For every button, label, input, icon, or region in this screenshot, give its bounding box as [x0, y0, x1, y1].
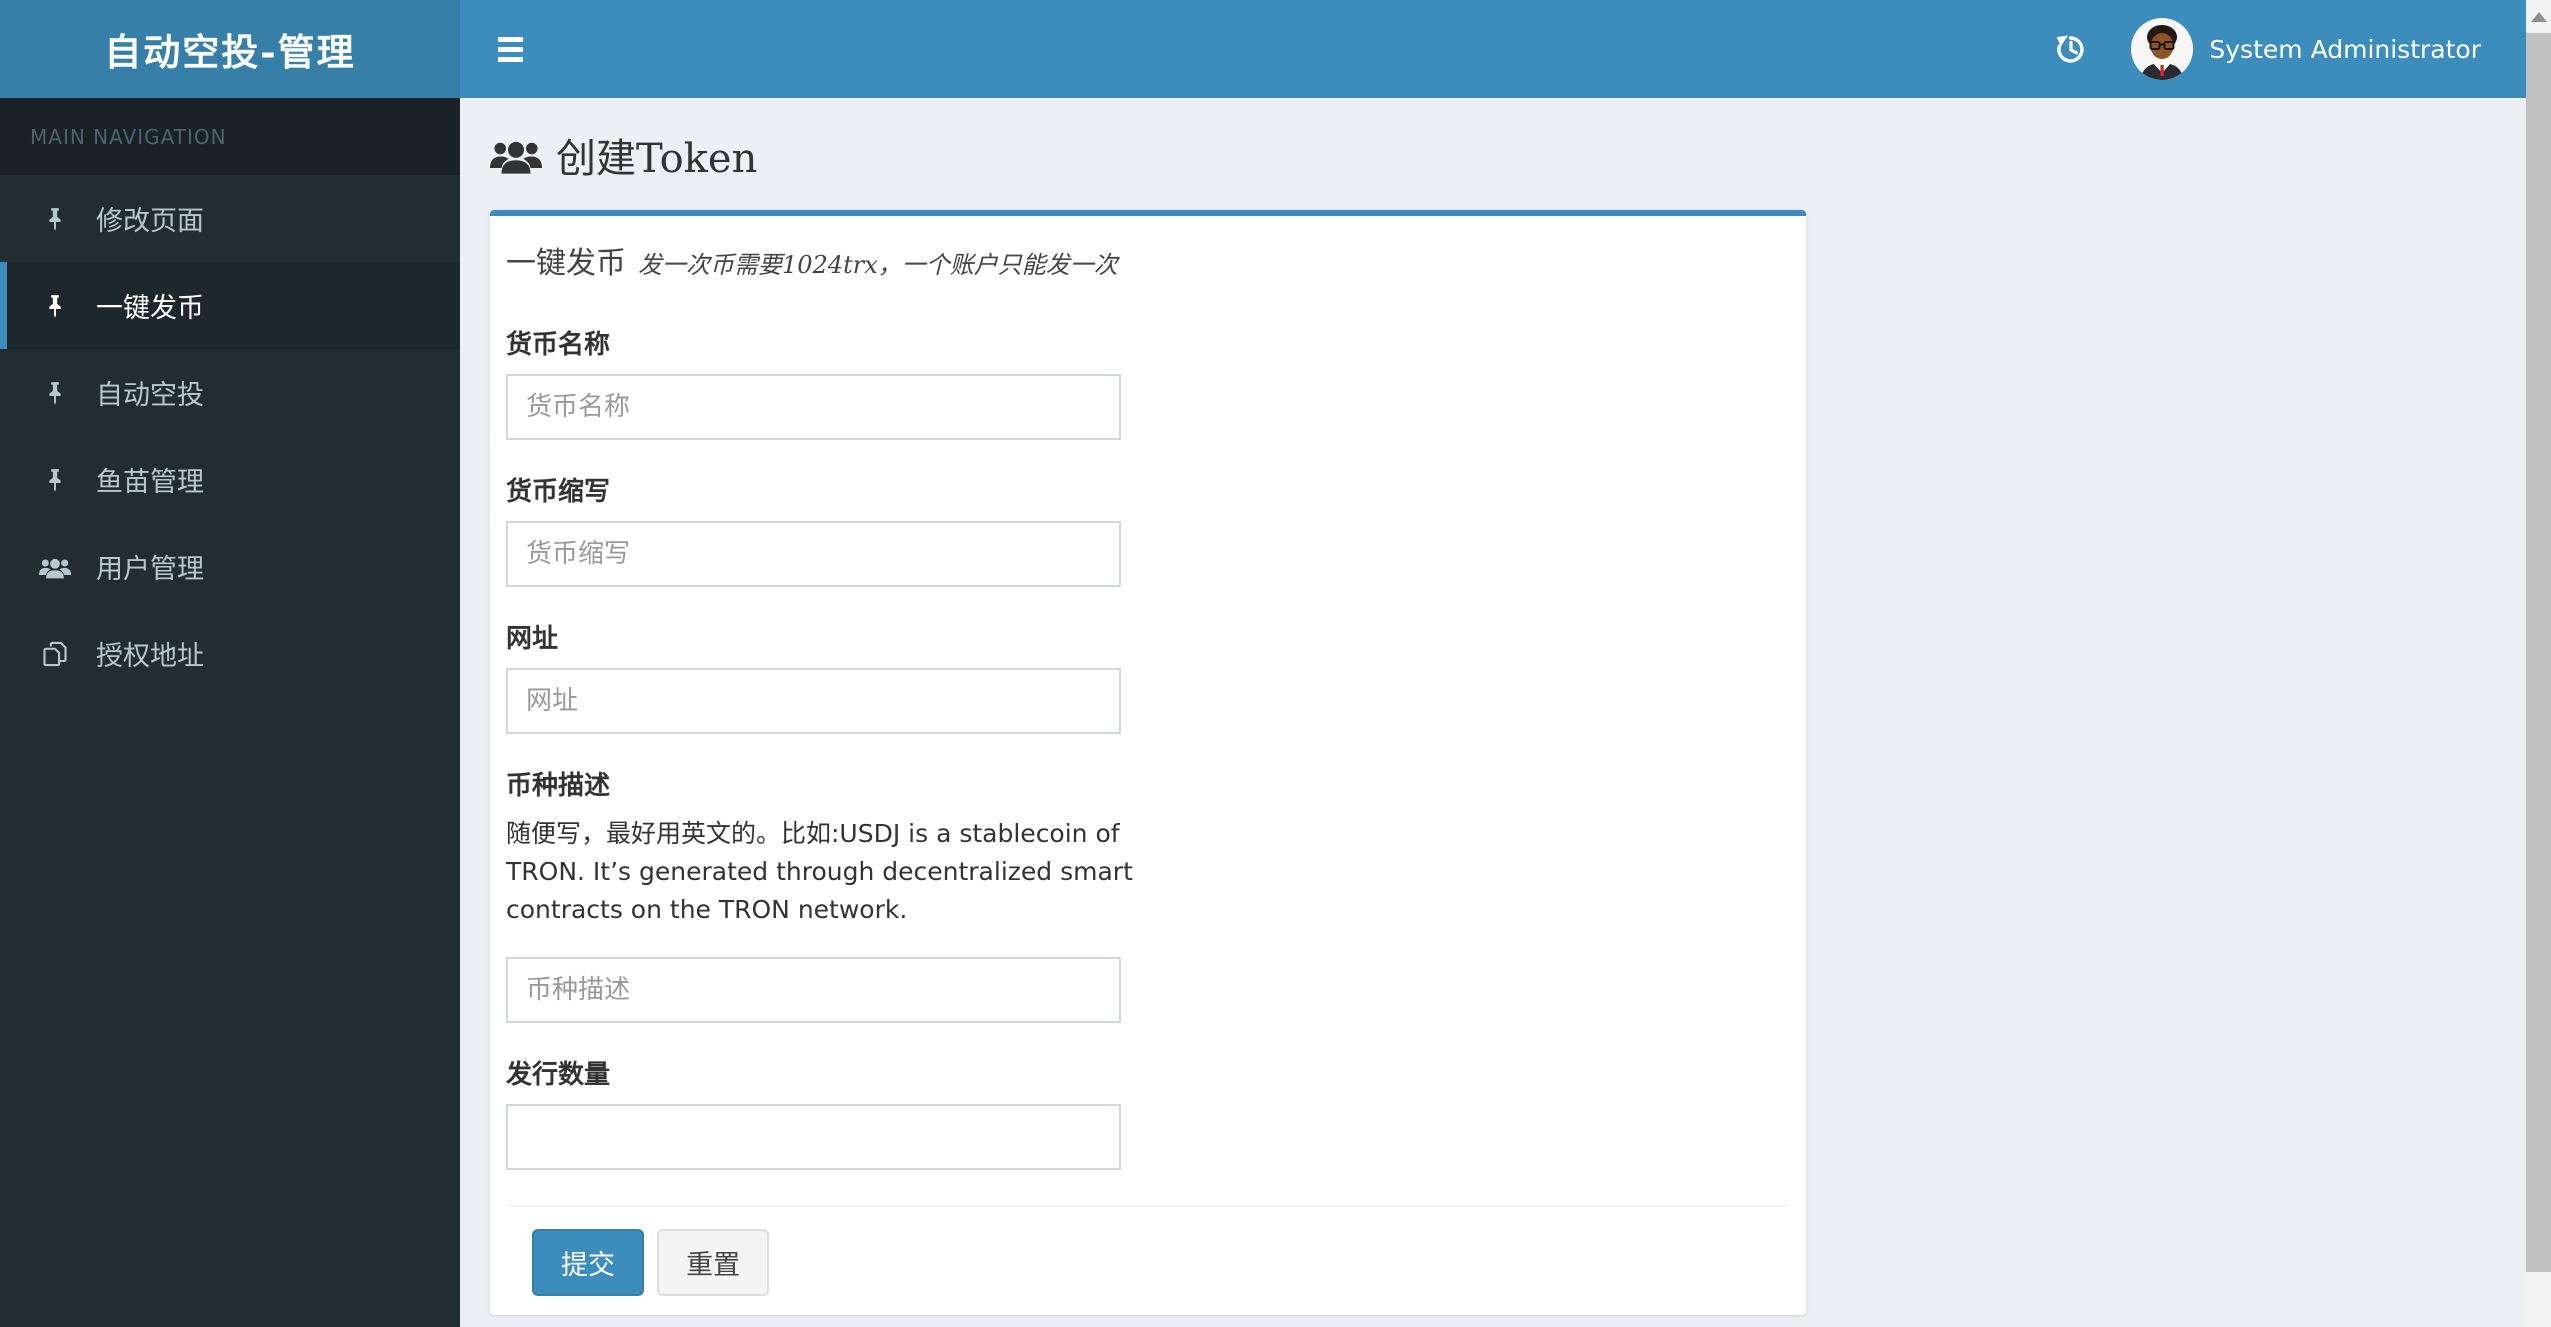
- currency-abbreviation-input[interactable]: [506, 521, 1121, 587]
- currency-name-input[interactable]: [506, 374, 1121, 440]
- top-navbar: 自动空投-管理 System Administrator: [0, 0, 2551, 98]
- sidebar-item-label: 自动空投: [96, 380, 204, 411]
- sidebar: MAIN NAVIGATION 修改页面 一键发币 自动空投 鱼苗管理 用户管理…: [0, 98, 460, 1327]
- sidebar-toggle-button[interactable]: [488, 22, 533, 77]
- app-logo-text: 自动空投-管理: [104, 30, 356, 74]
- history-icon[interactable]: [2041, 32, 2101, 66]
- token-description-label: 币种描述: [506, 771, 611, 801]
- sidebar-item-label: 一键发币: [96, 293, 204, 324]
- form-card-title: 一键发币: [506, 246, 626, 281]
- sidebar-item-edit-page[interactable]: 修改页面: [0, 175, 460, 262]
- user-menu[interactable]: System Administrator: [2131, 18, 2481, 80]
- pushpin-icon: [38, 379, 72, 407]
- scrollbar-thumb[interactable]: [2526, 33, 2551, 1272]
- issue-amount-input[interactable]: [506, 1104, 1121, 1170]
- form-card-footer: 提交 重置: [508, 1205, 1788, 1296]
- form-card-note: 发一次币需要1024trx，一个账户只能发一次: [638, 251, 1118, 279]
- hamburger-icon: [498, 36, 523, 42]
- form-card-header: 一键发币 发一次币需要1024trx，一个账户只能发一次: [490, 216, 1806, 308]
- sidebar-item-label: 用户管理: [96, 554, 204, 585]
- sidebar-item-fish-management[interactable]: 鱼苗管理: [0, 436, 460, 523]
- users-icon: [38, 555, 72, 579]
- currency-abbreviation-label: 货币缩写: [506, 477, 611, 507]
- avatar: [2131, 18, 2194, 80]
- pushpin-icon: [38, 292, 72, 320]
- currency-name-label: 货币名称: [506, 330, 611, 360]
- sidebar-section-header: MAIN NAVIGATION: [0, 98, 460, 175]
- sidebar-item-label: 授权地址: [96, 641, 204, 672]
- field-group-currency-name: 货币名称: [506, 328, 1790, 440]
- token-description-help: 随便写，最好用英文的。比如:USDJ is a stablecoin of TR…: [506, 819, 1133, 924]
- page-header: 创建Token: [460, 98, 2526, 184]
- field-group-token-description: 币种描述 随便写，最好用英文的。比如:USDJ is a stablecoin …: [506, 769, 1790, 1023]
- sidebar-item-label: 修改页面: [96, 206, 204, 237]
- up-arrow-icon: [2530, 11, 2547, 22]
- navbar-right: System Administrator: [2041, 18, 2481, 80]
- sidebar-item-authorized-address[interactable]: 授权地址: [0, 610, 460, 697]
- form-card-body: 货币名称 货币缩写 网址 币种描述 随便写，最好用英文的。比如:USDJ is …: [490, 308, 1806, 1170]
- navbar-main: System Administrator: [460, 0, 2551, 98]
- token-description-input[interactable]: [506, 957, 1121, 1023]
- sidebar-item-auto-airdrop[interactable]: 自动空投: [0, 349, 460, 436]
- user-name: System Administrator: [2209, 34, 2481, 64]
- issue-amount-label: 发行数量: [506, 1060, 611, 1090]
- users-icon: [490, 135, 542, 175]
- sidebar-item-user-management[interactable]: 用户管理: [0, 523, 460, 610]
- website-input[interactable]: [506, 668, 1121, 734]
- app-logo[interactable]: 自动空投-管理: [0, 0, 460, 98]
- field-group-currency-abbreviation: 货币缩写: [506, 475, 1790, 587]
- scrollbar-up-arrow[interactable]: [2526, 0, 2551, 33]
- sidebar-item-label: 鱼苗管理: [96, 467, 204, 498]
- field-group-issue-amount: 发行数量: [506, 1058, 1790, 1170]
- page-title: 创建Token: [556, 136, 758, 182]
- form-card: 一键发币发一次币需要1024trx，一个账户只能发一次 货币名称 货币缩写 网址…: [490, 210, 1806, 1315]
- pushpin-icon: [38, 466, 72, 494]
- sidebar-item-one-click-token[interactable]: 一键发币: [0, 262, 460, 349]
- sidebar-menu: 修改页面 一键发币 自动空投 鱼苗管理 用户管理 授权地址: [0, 175, 460, 697]
- scrollbar: [2526, 0, 2551, 1327]
- copy-icon: [38, 640, 72, 668]
- reset-button[interactable]: 重置: [657, 1229, 770, 1296]
- website-label: 网址: [506, 624, 559, 654]
- pushpin-icon: [38, 205, 72, 233]
- submit-button[interactable]: 提交: [532, 1229, 644, 1296]
- main-content: 创建Token 一键发币 发一次币需要1024trx，一个账户只能发一次 货币名称…: [460, 98, 2526, 1327]
- field-group-website: 网址: [506, 622, 1790, 734]
